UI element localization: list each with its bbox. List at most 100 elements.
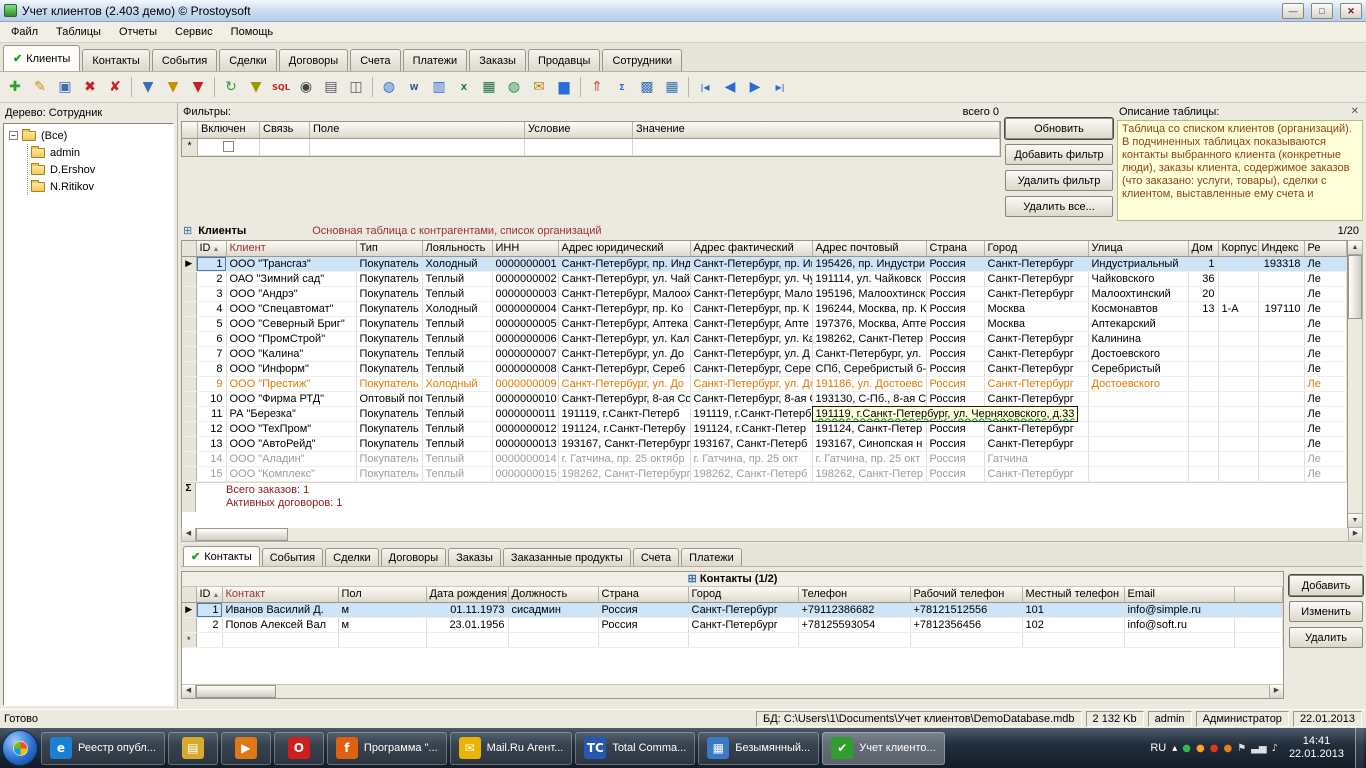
filter-cell[interactable] <box>633 139 1000 156</box>
filter-cell[interactable] <box>260 139 310 156</box>
tab-active[interactable]: ✔Контакты <box>183 546 260 566</box>
filter-clear-icon[interactable]: ▼ <box>186 75 210 99</box>
column-header[interactable]: Корпус <box>1218 241 1258 256</box>
filter-cell[interactable] <box>310 139 525 156</box>
column-header[interactable]: Рабочий телефон <box>910 587 1022 602</box>
tab-item[interactable]: Контакты <box>82 49 150 71</box>
table-row[interactable]: 14ООО "Аладин"ПокупательТеплый0000000014… <box>182 451 1347 466</box>
show-desktop-button[interactable] <box>1355 728 1364 768</box>
filter-column-header[interactable]: Значение <box>633 122 1000 139</box>
tree-collapse-icon[interactable]: ▦ <box>660 75 684 99</box>
total-commander-taskbar-button[interactable]: TCTotal Comma... <box>575 732 695 765</box>
tab-item[interactable]: Сделки <box>219 49 277 71</box>
scroll-down-icon[interactable]: ▼ <box>1348 513 1362 527</box>
filter-column-header[interactable]: Условие <box>525 122 633 139</box>
tab-item[interactable]: Счета <box>350 49 400 71</box>
column-header[interactable]: Страна <box>926 241 984 256</box>
scroll-left-icon[interactable]: ◀ <box>182 528 196 541</box>
tree-node[interactable]: admin <box>28 144 171 161</box>
column-header[interactable]: Email <box>1124 587 1234 602</box>
table-row[interactable]: 12ООО "ТехПром"ПокупательТеплый000000001… <box>182 421 1347 436</box>
menu-item[interactable]: Файл <box>2 24 47 40</box>
tab-item[interactable]: Договоры <box>279 49 348 71</box>
export-page-icon[interactable]: ▥ <box>427 75 451 99</box>
column-header[interactable]: Местный телефон <box>1022 587 1124 602</box>
column-header[interactable]: Тип <box>356 241 422 256</box>
scroll-right-icon[interactable]: ▶ <box>1269 685 1283 698</box>
new-row[interactable]: * <box>182 632 1283 647</box>
column-header[interactable]: Индекс <box>1258 241 1304 256</box>
table-row[interactable]: 6ООО "ПромСтрой"ПокупательТеплый00000000… <box>182 331 1347 346</box>
filter-button[interactable]: Удалить фильтр <box>1005 170 1113 191</box>
column-header[interactable]: Телефон <box>798 587 910 602</box>
column-header[interactable]: Дата рождения <box>426 587 508 602</box>
filter-button[interactable]: Добавить фильтр <box>1005 144 1113 165</box>
export-table-icon[interactable]: ▦ <box>477 75 501 99</box>
column-header[interactable]: Дом <box>1188 241 1218 256</box>
sum-icon[interactable]: Σ <box>610 75 634 99</box>
column-header[interactable]: ID▲ <box>196 241 226 256</box>
preview-icon[interactable]: ◫ <box>344 75 368 99</box>
internet-explorer-taskbar-button[interactable]: eРеестр опубл... <box>41 732 165 765</box>
tree-expander-icon[interactable]: − <box>9 131 18 140</box>
table-row[interactable]: 2ОАО "Зимний сад"ПокупательТеплый0000000… <box>182 271 1347 286</box>
menu-item[interactable]: Отчеты <box>110 24 166 40</box>
refresh-icon[interactable]: ↻ <box>219 75 243 99</box>
table-row[interactable]: 15ООО "Комплекс"ПокупательТеплый00000000… <box>182 466 1347 481</box>
column-header[interactable]: Ре <box>1304 241 1347 256</box>
contacts-button[interactable]: Изменить <box>1289 601 1363 622</box>
browser-tray-icon[interactable]: ● <box>1223 743 1232 754</box>
edit-record-icon[interactable]: ✎ <box>28 75 52 99</box>
print-icon[interactable]: ▤ <box>319 75 343 99</box>
column-header[interactable]: Адрес почтовый <box>812 241 926 256</box>
tab-active[interactable]: ✔Клиенты <box>3 45 80 71</box>
scroll-left-icon[interactable]: ◀ <box>182 685 196 698</box>
contacts-horizontal-scrollbar[interactable]: ◀ ▶ <box>182 684 1283 698</box>
send-mail-icon[interactable]: ✉ <box>527 75 551 99</box>
tab-item[interactable]: Заказы <box>469 49 526 71</box>
nav-prev-icon[interactable]: ◀ <box>718 75 742 99</box>
export-web-icon[interactable]: ◍ <box>377 75 401 99</box>
filter-button[interactable]: Обновить <box>1005 118 1113 139</box>
delete-rows-icon[interactable]: ✘ <box>103 75 127 99</box>
tab-item[interactable]: Сделки <box>325 548 379 566</box>
client-app-taskbar-button[interactable]: ✔Учет клиенто... <box>822 732 944 765</box>
table-row[interactable]: ▶1Иванов Василий Д.м01.11.1973сисадминРо… <box>182 602 1283 617</box>
menu-item[interactable]: Сервис <box>166 24 222 40</box>
horizontal-scrollbar[interactable]: ◀ ▶ <box>181 528 1363 542</box>
filter-icon[interactable]: ▼ <box>136 75 160 99</box>
column-header[interactable]: Контакт <box>222 587 338 602</box>
contacts-button[interactable]: Удалить <box>1289 627 1363 648</box>
filter-column-header[interactable]: Связь <box>260 122 310 139</box>
contacts-button[interactable]: Добавить <box>1289 575 1363 596</box>
table-row[interactable]: 2Попов Алексей Валм23.01.1956РоссияСанкт… <box>182 617 1283 632</box>
filter-column-header[interactable]: Включен <box>198 122 260 139</box>
sql-icon[interactable]: SQL <box>269 75 293 99</box>
messenger-tray-icon[interactable]: ● <box>1196 743 1205 754</box>
nav-last-icon[interactable]: ▶| <box>768 75 792 99</box>
table-row[interactable]: 4ООО "Спецавтомат"ПокупательХолодный0000… <box>182 301 1347 316</box>
tab-item[interactable]: Заказы <box>448 548 501 566</box>
column-header[interactable]: Клиент <box>226 241 356 256</box>
filter-cell[interactable] <box>198 139 260 156</box>
menu-item[interactable]: Таблицы <box>47 24 110 40</box>
start-button[interactable] <box>2 730 38 766</box>
column-header[interactable]: Город <box>688 587 798 602</box>
column-header[interactable]: Адрес юридический <box>558 241 690 256</box>
column-header[interactable]: Пол <box>338 587 426 602</box>
menu-item[interactable]: Помощь <box>222 24 283 40</box>
filter-cell[interactable] <box>525 139 633 156</box>
minimize-button[interactable]: — <box>1282 3 1304 19</box>
media-player-taskbar-button[interactable]: ▶ <box>221 732 271 765</box>
table-row[interactable]: 11РА "Березка"ПокупательТеплый0000000011… <box>182 406 1347 421</box>
maximize-button[interactable]: □ <box>1311 3 1333 19</box>
column-header[interactable]: Лояльность <box>422 241 492 256</box>
export-html-icon[interactable]: ◍ <box>502 75 526 99</box>
tree-expand-icon[interactable]: ▩ <box>635 75 659 99</box>
table-row[interactable]: 10ООО "Фирма РТД"Оптовый покТеплый000000… <box>182 391 1347 406</box>
table-row[interactable]: 9ООО "Престиж"ПокупательХолодный00000000… <box>182 376 1347 391</box>
nav-first-icon[interactable]: |◀ <box>693 75 717 99</box>
taskbar-clock[interactable]: 14:41 22.01.2013 <box>1284 735 1349 761</box>
close-button[interactable]: ✕ <box>1340 3 1362 19</box>
network-tray-icon[interactable]: ▃▅ <box>1251 743 1266 754</box>
